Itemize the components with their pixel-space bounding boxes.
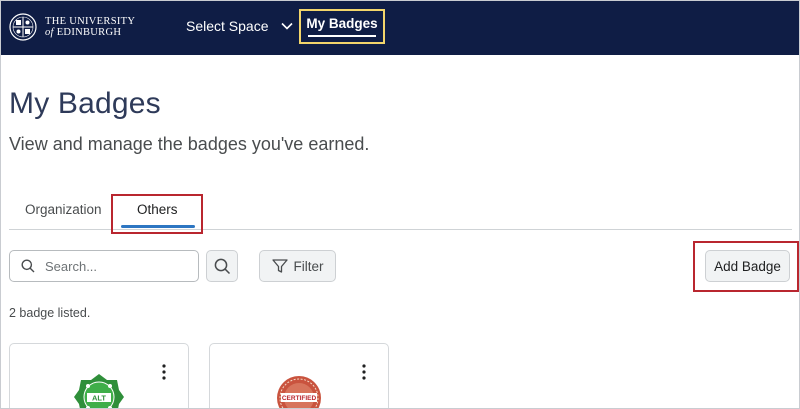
badge-image-certified: CERTIFIED [277, 376, 321, 408]
app-window: THE UNIVERSITY of EDINBURGH Select Space… [0, 0, 800, 409]
filter-button[interactable]: Filter [259, 250, 336, 282]
page-title: My Badges [9, 87, 161, 120]
search-icon [214, 258, 230, 274]
nav-my-badges[interactable]: My Badges [299, 9, 385, 44]
select-space-menu[interactable]: Select Space [186, 18, 293, 34]
badge-count: 2 badge listed. [9, 306, 91, 320]
filter-icon [271, 259, 288, 273]
university-wordmark: THE UNIVERSITY of EDINBURGH [45, 16, 135, 38]
chevron-down-icon [280, 22, 293, 30]
badge-image-alt: ALT [74, 374, 124, 408]
active-tab-indicator [121, 225, 195, 228]
nav-my-badges-label: My Badges [306, 16, 378, 31]
tab-bar: Organization Others [9, 191, 792, 234]
active-nav-underline [308, 35, 376, 37]
page-subtitle: View and manage the badges you've earned… [9, 134, 370, 154]
filter-label: Filter [293, 258, 324, 274]
search-input[interactable] [43, 257, 187, 275]
badge-image-text: ALT [92, 394, 106, 403]
wordmark-line-1: THE UNIVERSITY [45, 16, 136, 27]
add-badge-label: Add Badge [714, 258, 781, 274]
tab-organization[interactable]: Organization [25, 202, 102, 217]
tab-others[interactable]: Others [137, 202, 178, 217]
search-icon [21, 259, 35, 273]
wordmark-line-2: EDINBURGH [56, 27, 122, 38]
crest-icon [9, 13, 37, 41]
add-badge-button[interactable]: Add Badge [705, 250, 790, 282]
badge-card[interactable]: ALT [9, 343, 189, 408]
more-options-icon[interactable] [162, 364, 166, 380]
badge-image-text: CERTIFIED [282, 395, 317, 402]
badge-card[interactable]: CERTIFIED [209, 343, 389, 408]
search-field[interactable] [9, 250, 199, 282]
university-logo[interactable]: THE UNIVERSITY of EDINBURGH [9, 12, 135, 42]
top-navigation: THE UNIVERSITY of EDINBURGH Select Space… [1, 1, 799, 55]
search-button[interactable] [206, 250, 238, 282]
more-options-icon[interactable] [362, 364, 366, 380]
select-space-label: Select Space [186, 18, 269, 34]
wordmark-line-2-prefix: of [45, 27, 54, 38]
